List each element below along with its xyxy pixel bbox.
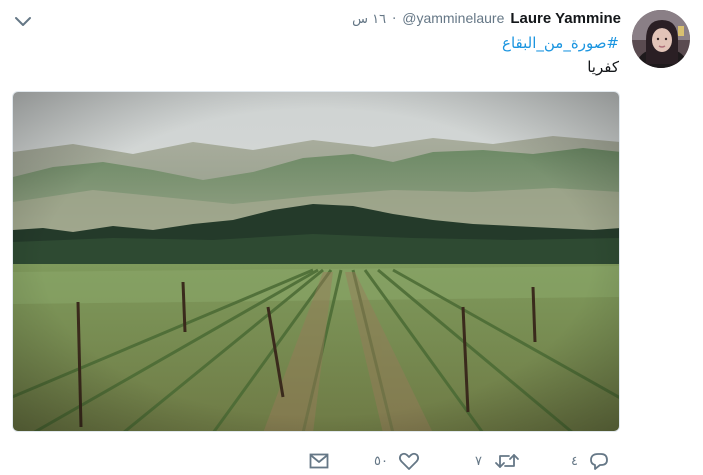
tweet-text: كفريا	[587, 58, 619, 76]
envelope-icon	[309, 453, 329, 469]
tweet-photo[interactable]	[12, 91, 620, 432]
author-name[interactable]: Laure Yammine	[510, 10, 621, 27]
reply-count: ٤	[571, 453, 578, 469]
like-count: ٥٠	[374, 453, 388, 469]
tweet-time[interactable]: ١٦ س	[352, 12, 386, 27]
header-separator: ·	[392, 12, 397, 27]
direct-message-button[interactable]	[308, 450, 330, 472]
hashtag-link[interactable]: #صورة_من_البقاع	[502, 34, 619, 52]
tweet-card: ١٦ س · @yamminelaure Laure Yammine #صورة…	[0, 0, 703, 475]
retweet-button[interactable]: ٧	[475, 450, 520, 472]
retweet-icon	[495, 454, 519, 468]
heart-icon	[398, 452, 419, 470]
reply-button[interactable]: ٤	[571, 450, 610, 472]
author-handle[interactable]: @yamminelaure	[402, 10, 504, 26]
like-button[interactable]: ٥٠	[374, 450, 420, 472]
chevron-down-icon[interactable]	[12, 10, 34, 32]
tweet-header: ١٦ س · @yamminelaure Laure Yammine	[352, 10, 621, 30]
retweet-count: ٧	[475, 453, 482, 469]
reply-icon	[590, 453, 608, 470]
tweet-actions: ٤ ٧ ٥٠	[300, 450, 625, 472]
avatar[interactable]	[632, 10, 690, 68]
